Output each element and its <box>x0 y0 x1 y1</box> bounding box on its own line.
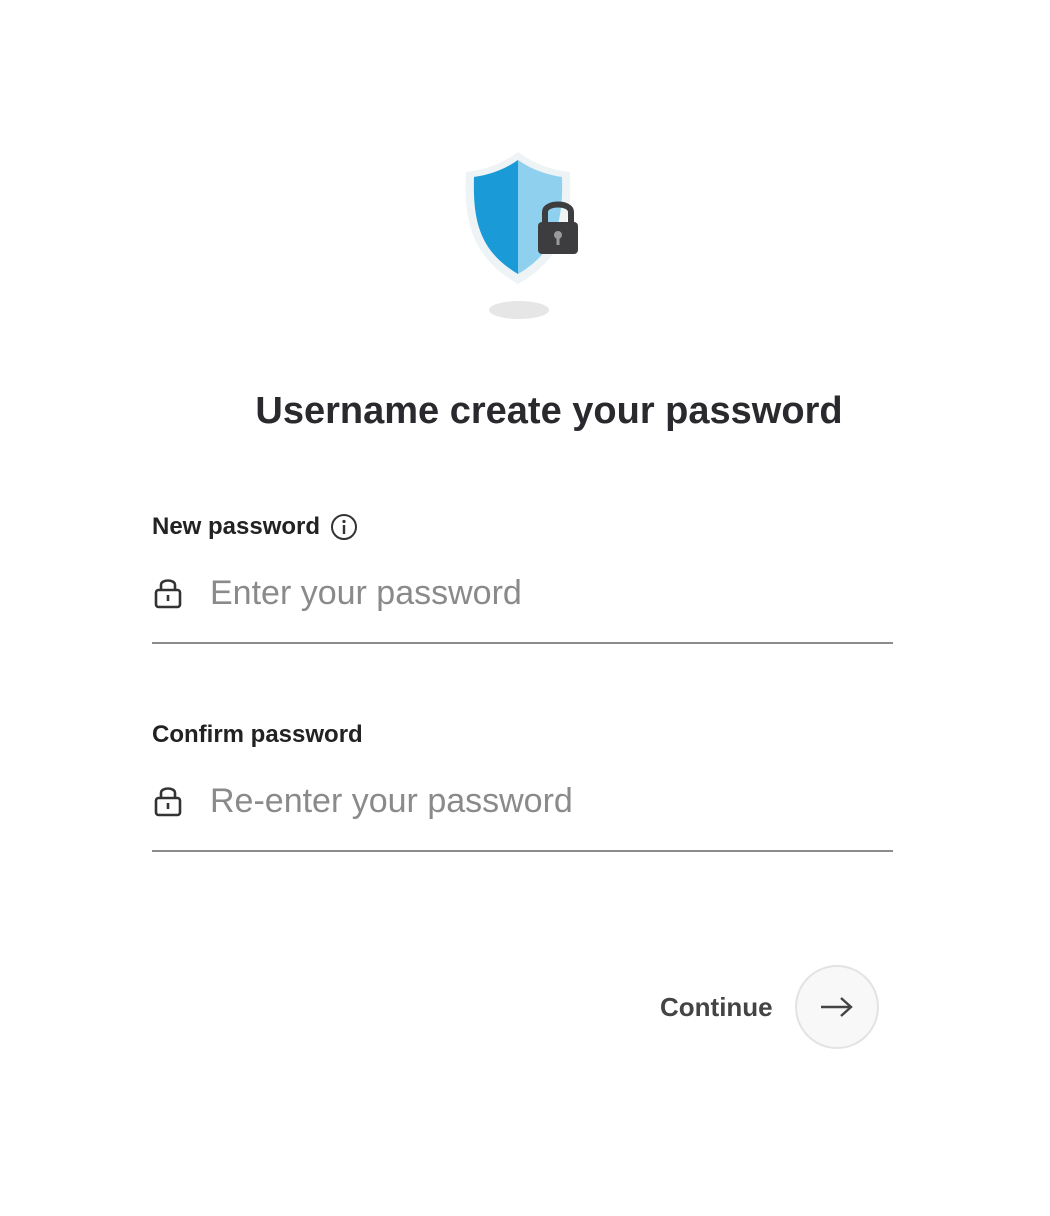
confirm-password-label: Confirm password <box>152 721 363 748</box>
new-password-underline <box>152 642 893 644</box>
new-password-label: New password <box>152 513 321 540</box>
info-icon[interactable] <box>330 513 358 541</box>
continue-label[interactable]: Continue <box>660 992 773 1023</box>
lock-icon <box>152 575 184 611</box>
continue-circle-button[interactable] <box>794 965 879 1049</box>
new-password-input[interactable] <box>210 573 870 613</box>
new-password-field: New password <box>152 510 893 644</box>
lock-icon <box>152 783 184 819</box>
confirm-password-field: Confirm password <box>152 718 893 852</box>
shield-lock-icon <box>452 144 592 326</box>
new-password-label-row: New password <box>152 510 893 544</box>
continue-button[interactable]: Continue <box>660 962 879 1052</box>
confirm-password-input-row <box>152 778 893 824</box>
confirm-password-underline <box>152 850 893 852</box>
confirm-password-label-row: Confirm password <box>152 718 893 752</box>
arrow-right-icon <box>820 997 853 1017</box>
new-password-input-row <box>152 570 893 616</box>
confirm-password-input[interactable] <box>210 781 870 821</box>
page-title: Username create your password <box>255 390 843 432</box>
password-create-page: Username create your password New passwo… <box>0 0 1050 1216</box>
